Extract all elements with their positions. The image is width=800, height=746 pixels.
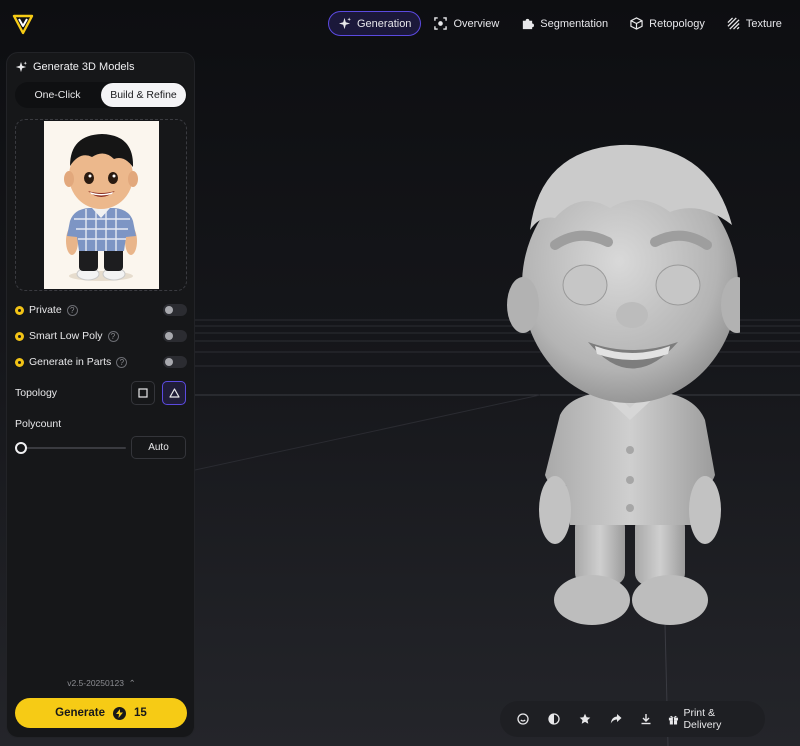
- option-smart-low-poly: Smart Low Poly ?: [15, 328, 187, 344]
- polycount-slider-track[interactable]: [21, 447, 126, 449]
- option-generate-in-parts: Generate in Parts ?: [15, 354, 187, 370]
- nav-tab-texture[interactable]: Texture: [718, 11, 791, 36]
- sparkle-icon: [338, 17, 351, 30]
- option-private: Private ?: [15, 302, 187, 318]
- polycount-value-field[interactable]: Auto: [131, 436, 186, 459]
- generate-label: Generate: [55, 707, 106, 719]
- help-icon[interactable]: ?: [107, 330, 119, 342]
- nav-tab-label: Segmentation: [540, 17, 609, 30]
- download-button[interactable]: [633, 706, 660, 733]
- app-logo-icon[interactable]: [12, 13, 34, 35]
- panel-title: Generate 3D Models: [15, 61, 135, 73]
- version-label: v2.5-20250123: [67, 678, 124, 688]
- gift-icon: [668, 715, 678, 724]
- triangle-icon: [168, 388, 180, 398]
- material-sphere-icon: [548, 713, 560, 725]
- reference-image: [44, 121, 159, 289]
- print-delivery-label: Print & Delivery: [683, 707, 722, 731]
- face-view-button[interactable]: [510, 706, 537, 733]
- credit-bolt-icon: [113, 706, 127, 720]
- square-icon: [138, 388, 148, 398]
- image-upload-area[interactable]: [15, 119, 187, 291]
- polycount-slider-handle[interactable]: [15, 442, 27, 454]
- private-toggle[interactable]: [163, 304, 187, 316]
- nav-tab-label: Retopology: [649, 17, 705, 30]
- option-label: Private: [29, 304, 62, 316]
- main-nav: Generation Overview Segmentation Retopol…: [328, 11, 800, 36]
- nav-tab-label: Generation: [357, 17, 412, 30]
- share-arrow-icon: [610, 714, 622, 724]
- mode-build-refine-button[interactable]: Build & Refine: [101, 83, 186, 107]
- 3d-model-preview[interactable]: [500, 130, 740, 630]
- top-bar: Generation Overview Segmentation Retopol…: [0, 0, 800, 46]
- puzzle-icon: [523, 18, 535, 30]
- version-selector[interactable]: v2.5-20250123 ⌃: [7, 678, 196, 689]
- scan-icon: [434, 17, 448, 30]
- chevron-up-icon: ⌃: [126, 678, 136, 688]
- download-icon: [641, 714, 651, 725]
- topology-triangle-button[interactable]: [162, 381, 186, 405]
- nav-tab-segmentation[interactable]: Segmentation: [512, 11, 617, 36]
- topology-quad-button[interactable]: [131, 381, 155, 405]
- favorite-button[interactable]: [571, 706, 598, 733]
- premium-badge-icon: [15, 331, 24, 341]
- sparkle-icon: [15, 61, 27, 73]
- nav-tab-label: Texture: [745, 17, 782, 30]
- option-label: Generate in Parts: [29, 356, 112, 368]
- premium-badge-icon: [15, 305, 24, 315]
- mode-toggle: One-Click Build & Refine: [15, 82, 187, 108]
- viewport-toolbar: Print & Delivery: [500, 701, 765, 737]
- nav-tab-generation[interactable]: Generation: [328, 11, 422, 36]
- cube-icon: [630, 17, 643, 30]
- polycount-label: Polycount: [15, 418, 62, 430]
- nav-tab-more[interactable]: [795, 11, 800, 36]
- mode-one-click-button[interactable]: One-Click: [15, 82, 100, 108]
- nav-tab-retopology[interactable]: Retopology: [621, 11, 714, 36]
- smiley-icon: [517, 713, 530, 725]
- cartoon-boy-image: [64, 134, 138, 281]
- generate-cost: 15: [134, 707, 147, 719]
- generate-button[interactable]: Generate 15: [15, 698, 187, 728]
- print-delivery-button[interactable]: Print & Delivery: [668, 707, 755, 731]
- panel-title-text: Generate 3D Models: [33, 61, 135, 73]
- smart-low-poly-toggle[interactable]: [163, 330, 187, 342]
- generation-panel: Generate 3D Models One-Click Build & Ref…: [6, 52, 195, 738]
- nav-tab-overview[interactable]: Overview: [425, 11, 508, 36]
- star-icon: [579, 713, 591, 724]
- nav-tab-label: Overview: [453, 17, 500, 30]
- help-icon[interactable]: ?: [116, 356, 128, 368]
- premium-badge-icon: [15, 357, 24, 367]
- generate-in-parts-toggle[interactable]: [163, 356, 187, 368]
- help-icon[interactable]: ?: [66, 304, 78, 316]
- share-button[interactable]: [602, 706, 629, 733]
- material-view-button[interactable]: [541, 706, 568, 733]
- hatch-icon: [727, 17, 740, 30]
- option-label: Smart Low Poly: [29, 330, 103, 342]
- topology-label: Topology: [15, 387, 58, 399]
